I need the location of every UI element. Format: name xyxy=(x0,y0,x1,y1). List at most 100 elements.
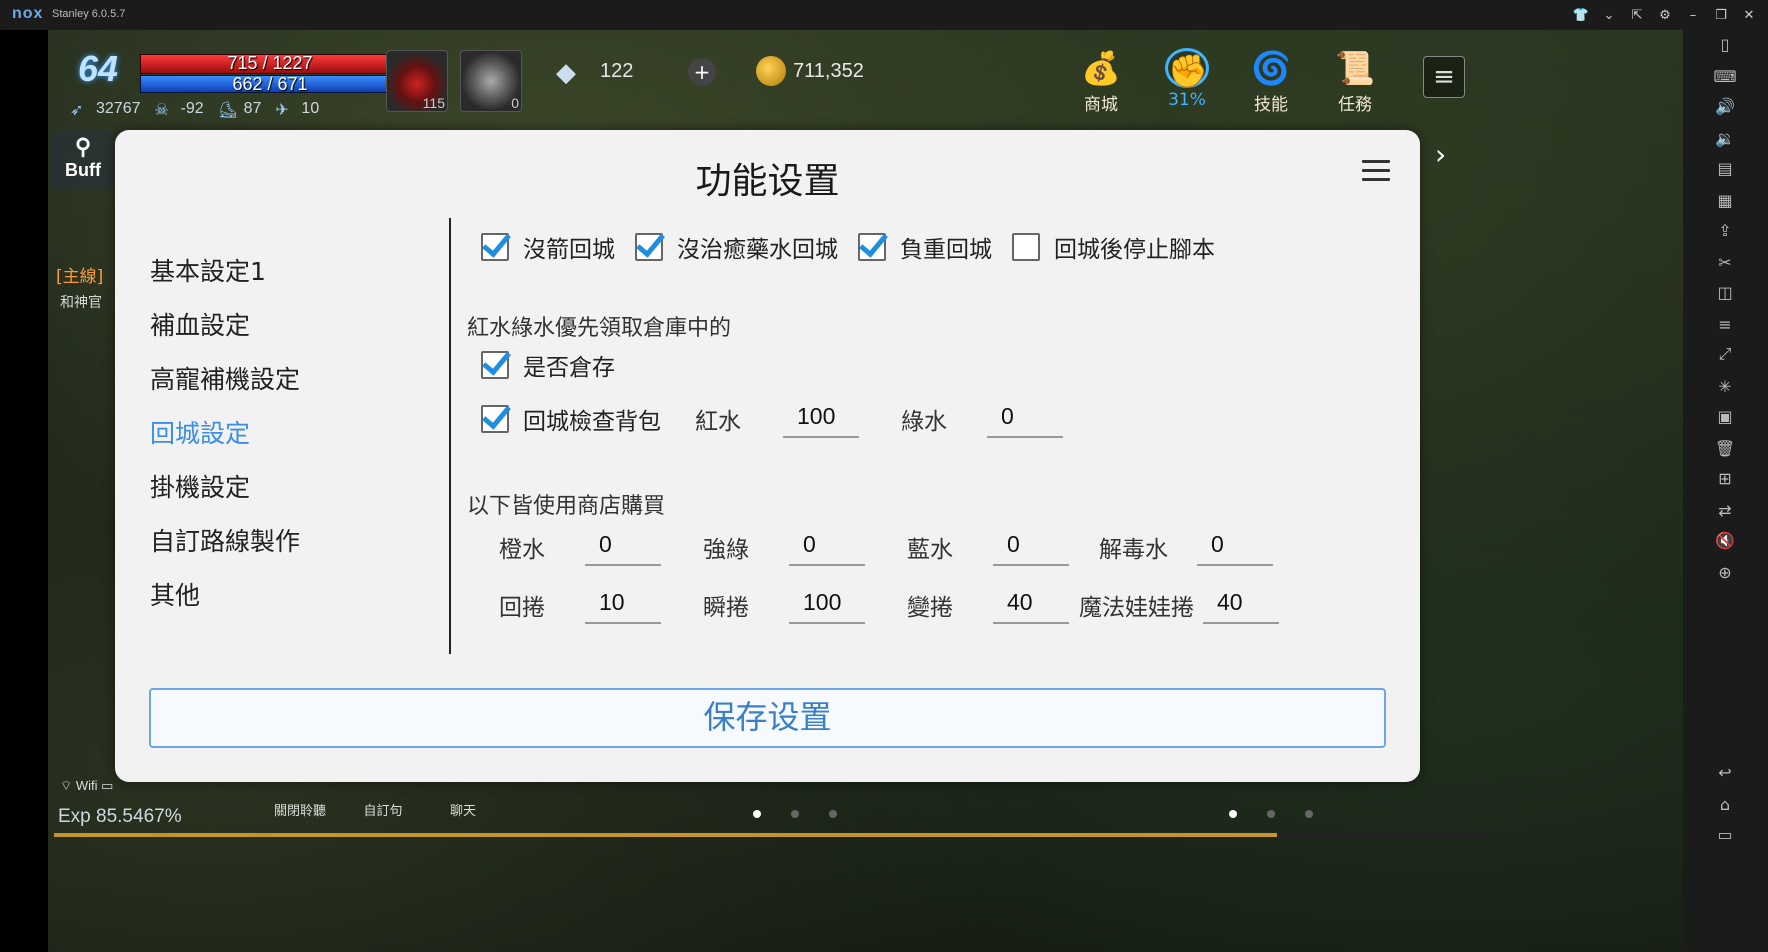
nav-item-basic[interactable]: 基本設定1 xyxy=(150,252,300,306)
chat-button[interactable]: 聊天 xyxy=(428,800,498,819)
home-icon[interactable]: ⌂ xyxy=(1711,790,1739,818)
resize-icon[interactable]: ⤢ xyxy=(1711,340,1739,368)
checkbox[interactable] xyxy=(481,233,509,261)
close-icon[interactable]: ✕ xyxy=(1738,4,1760,26)
toolbox-icon[interactable]: ▤ xyxy=(1711,154,1739,182)
return-conditions-row: 沒箭回城 沒治癒藥水回城 負重回城 回城後停止腳本 xyxy=(481,230,1235,264)
leaf-slot[interactable]: 0 xyxy=(460,50,522,112)
check-bag[interactable]: 回城檢查背包 xyxy=(481,402,661,436)
return-scroll-input[interactable]: 10 xyxy=(585,586,661,624)
chevron-right-icon[interactable]: › xyxy=(1435,138,1446,171)
buff-label: Buff xyxy=(65,160,101,180)
skull-icon: ☠ xyxy=(154,102,169,119)
check-no-potion[interactable]: 沒治癒藥水回城 xyxy=(635,230,838,264)
volume-up-icon[interactable]: 🔊 xyxy=(1711,92,1739,120)
nav-item-heal[interactable]: 補血設定 xyxy=(150,306,300,360)
loading-icon[interactable]: ✳ xyxy=(1711,372,1739,400)
add-currency-button[interactable]: + xyxy=(688,58,716,86)
antidote-input[interactable]: 0 xyxy=(1197,528,1273,566)
green-potion-label: 綠水 xyxy=(901,409,947,435)
shop-section-label: 以下皆使用商店購買 xyxy=(467,494,666,519)
shop-button[interactable]: 💰 商城 xyxy=(1066,48,1136,115)
multi-window-icon[interactable]: ◫ xyxy=(1711,278,1739,306)
install-icon[interactable]: ⇪ xyxy=(1711,216,1739,244)
check-no-arrow[interactable]: 沒箭回城 xyxy=(481,230,615,264)
nav-item-route[interactable]: 自訂路線製作 xyxy=(150,522,300,576)
volume-down-icon[interactable]: 🔉 xyxy=(1711,124,1739,152)
green-potion-input[interactable]: 0 xyxy=(987,400,1063,438)
menu-icon[interactable]: ≡ xyxy=(1711,310,1739,338)
quest-label: 任務 xyxy=(1338,95,1372,115)
pin-icon[interactable]: ⇱ xyxy=(1626,4,1648,26)
checkbox[interactable] xyxy=(481,405,509,433)
gamepad-icon[interactable]: ⊞ xyxy=(1711,464,1739,492)
bag-check-row: 回城檢查背包 紅水 100 綠水 0 xyxy=(481,400,1063,438)
emulator-sidebar: ▯ ⌨ 🔊 🔉 ▤ ▦ ⇪ ✂ ◫ ≡ ⤢ ✳ ▣ 🗑 ⊞ ⇄ 🔇 ⊕ ↩ ⌂ … xyxy=(1683,30,1768,952)
keyboard-icon[interactable]: ⌨ xyxy=(1711,62,1739,90)
chevron-down-icon[interactable]: ⌄ xyxy=(1598,4,1620,26)
buff-button[interactable]: ⚲ Buff xyxy=(52,130,114,190)
red-potion-input[interactable]: 100 xyxy=(783,400,859,438)
back-icon[interactable]: ↩ xyxy=(1711,758,1739,786)
checkbox[interactable] xyxy=(635,233,663,261)
gear-icon[interactable]: ⚙ xyxy=(1654,4,1676,26)
blue-potion-label: 藍水 xyxy=(907,537,953,563)
camera-icon[interactable]: ▣ xyxy=(1711,402,1739,430)
orange-potion-input[interactable]: 0 xyxy=(585,528,661,566)
nav-item-afk[interactable]: 掛機設定 xyxy=(150,468,300,522)
checkbox[interactable] xyxy=(858,233,886,261)
gem-icon: ◆ xyxy=(556,58,576,88)
leaf-count: 0 xyxy=(511,95,519,111)
check-warehouse[interactable]: 是否倉存 xyxy=(481,348,615,382)
hamburger-icon[interactable] xyxy=(1362,160,1390,184)
trash-icon[interactable]: 🗑 xyxy=(1711,434,1739,462)
nav-item-other[interactable]: 其他 xyxy=(150,576,300,630)
potion-count: 115 xyxy=(422,95,445,111)
phone-icon[interactable]: ▯ xyxy=(1711,30,1739,58)
potion-slot[interactable]: 115 xyxy=(386,50,448,112)
custom-phrase-button[interactable]: 自訂句 xyxy=(348,800,418,819)
teleport-scroll-input[interactable]: 100 xyxy=(789,586,865,624)
nav-item-pet[interactable]: 高寵補機設定 xyxy=(150,360,300,414)
scroll-icon: 📜 xyxy=(1335,49,1375,87)
shop-label: 商城 xyxy=(1084,95,1118,115)
doll-scroll-input[interactable]: 40 xyxy=(1203,586,1279,624)
mp-text: 662 / 671 xyxy=(232,74,308,94)
auto-progress-button[interactable]: ✊ 31% xyxy=(1152,48,1222,110)
transform-scroll-label: 變捲 xyxy=(907,595,953,621)
restore-icon[interactable]: ❐ xyxy=(1710,4,1732,26)
strong-green-input[interactable]: 0 xyxy=(789,528,865,566)
clipped-row-spacer xyxy=(499,644,513,654)
wifi-label: Wifi xyxy=(75,778,98,793)
toggle-listen-button[interactable]: 關閉聆聽 xyxy=(265,800,335,819)
check-label: 是否倉存 xyxy=(523,355,615,381)
checkbox[interactable] xyxy=(1012,233,1040,261)
plus-box-icon[interactable]: ⊕ xyxy=(1711,558,1739,586)
main-menu-button[interactable]: ≡ xyxy=(1423,56,1465,98)
quest-tag[interactable]: [主線] xyxy=(56,262,103,287)
quest-button[interactable]: 📜 任務 xyxy=(1320,48,1390,115)
shirt-icon[interactable]: 👕 xyxy=(1570,4,1592,26)
check-label: 沒治癒藥水回城 xyxy=(677,237,838,263)
page-dots-left xyxy=(753,810,837,818)
blue-potion-input[interactable]: 0 xyxy=(993,528,1069,566)
nav-item-return[interactable]: 回城設定 xyxy=(150,414,300,468)
teleport-scroll-label: 瞬捲 xyxy=(703,595,749,621)
red-potion-label: 紅水 xyxy=(695,409,741,435)
check-overweight[interactable]: 負重回城 xyxy=(858,230,992,264)
checkbox[interactable] xyxy=(481,351,509,379)
save-settings-button[interactable]: 保存设置 xyxy=(149,688,1386,748)
bird-icon: ✈ xyxy=(275,102,289,119)
exp-bar xyxy=(54,833,1484,837)
grid-icon[interactable]: ▦ xyxy=(1711,186,1739,214)
fist-icon: ✊ xyxy=(1165,48,1209,90)
recent-apps-icon[interactable]: ▭ xyxy=(1711,820,1739,848)
sync-icon[interactable]: ⇄ xyxy=(1711,496,1739,524)
scissors-icon[interactable]: ✂ xyxy=(1711,248,1739,276)
skill-button[interactable]: 🌀 技能 xyxy=(1236,48,1306,115)
transform-scroll-input[interactable]: 40 xyxy=(993,586,1069,624)
check-stop-script[interactable]: 回城後停止腳本 xyxy=(1012,230,1215,264)
gem-count: 122 xyxy=(600,60,634,82)
minimize-icon[interactable]: – xyxy=(1682,4,1704,26)
mute-icon[interactable]: 🔇 xyxy=(1711,526,1739,554)
